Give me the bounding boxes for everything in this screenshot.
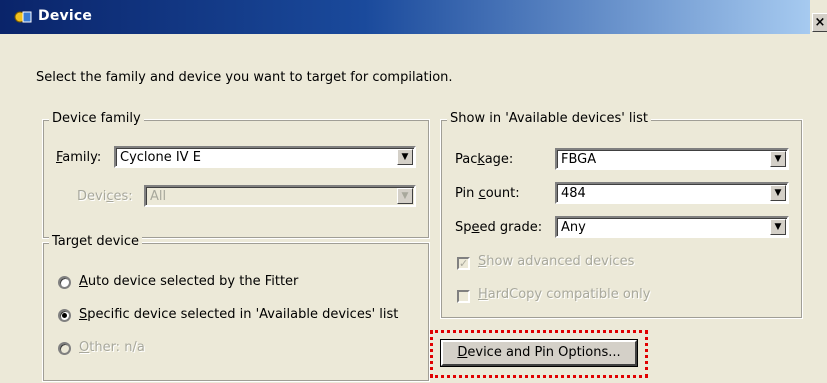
device-dialog: Device × Select the family and device yo… <box>0 0 827 383</box>
pin-count-select[interactable]: 484 ▼ <box>555 182 789 204</box>
family-label: Family: <box>56 150 102 165</box>
show-in-list-group-label: Show in 'Available devices' list <box>447 111 652 126</box>
family-select[interactable]: Cyclone IV E ▼ <box>114 146 416 168</box>
package-select[interactable]: FBGA ▼ <box>555 148 789 170</box>
hardcopy-label[interactable]: HardCopy compatible only <box>478 287 650 302</box>
chevron-down-icon[interactable]: ▼ <box>770 185 786 201</box>
family-select-value: Cyclone IV E <box>120 150 201 165</box>
title-bar: Device <box>0 0 810 34</box>
chevron-down-icon[interactable]: ▼ <box>770 151 786 167</box>
device-app-icon <box>14 9 32 25</box>
specific-device-radio[interactable] <box>58 309 71 322</box>
auto-device-radio[interactable] <box>58 276 71 289</box>
show-advanced-checkbox[interactable]: ✓ <box>457 257 470 270</box>
pin-count-select-value: 484 <box>561 186 586 201</box>
device-family-group-label: Device family <box>49 111 144 126</box>
devices-label: Devices: <box>77 189 133 204</box>
auto-device-label[interactable]: Auto device selected by the Fitter <box>79 274 298 289</box>
chevron-down-icon[interactable]: ▼ <box>770 219 786 235</box>
package-label: Package: <box>455 152 514 167</box>
window-title: Device <box>38 8 93 24</box>
dialog-body: Select the family and device you want to… <box>0 34 827 383</box>
device-and-pin-options-button[interactable]: Device and Pin Options... <box>441 340 637 366</box>
speed-grade-select[interactable]: Any ▼ <box>555 216 789 238</box>
other-device-label[interactable]: Other: n/a <box>79 340 145 355</box>
device-family-group: Device family <box>42 111 430 239</box>
package-select-value: FBGA <box>561 152 597 167</box>
hardcopy-checkbox[interactable] <box>457 290 470 303</box>
devices-select-value: All <box>150 189 167 204</box>
devices-select[interactable]: All ▼ <box>144 185 416 207</box>
intro-text: Select the family and device you want to… <box>36 70 453 85</box>
other-device-radio[interactable] <box>58 342 71 355</box>
speed-grade-select-value: Any <box>561 220 586 235</box>
show-advanced-label[interactable]: Show advanced devices <box>478 254 634 269</box>
close-button[interactable]: × <box>812 13 827 32</box>
chevron-down-icon[interactable]: ▼ <box>397 188 413 204</box>
pin-count-label: Pin count: <box>455 186 520 201</box>
chevron-down-icon[interactable]: ▼ <box>397 149 413 165</box>
specific-device-label[interactable]: Specific device selected in 'Available d… <box>79 307 398 322</box>
target-device-group-label: Target device <box>49 234 143 249</box>
speed-grade-label: Speed grade: <box>455 220 543 235</box>
